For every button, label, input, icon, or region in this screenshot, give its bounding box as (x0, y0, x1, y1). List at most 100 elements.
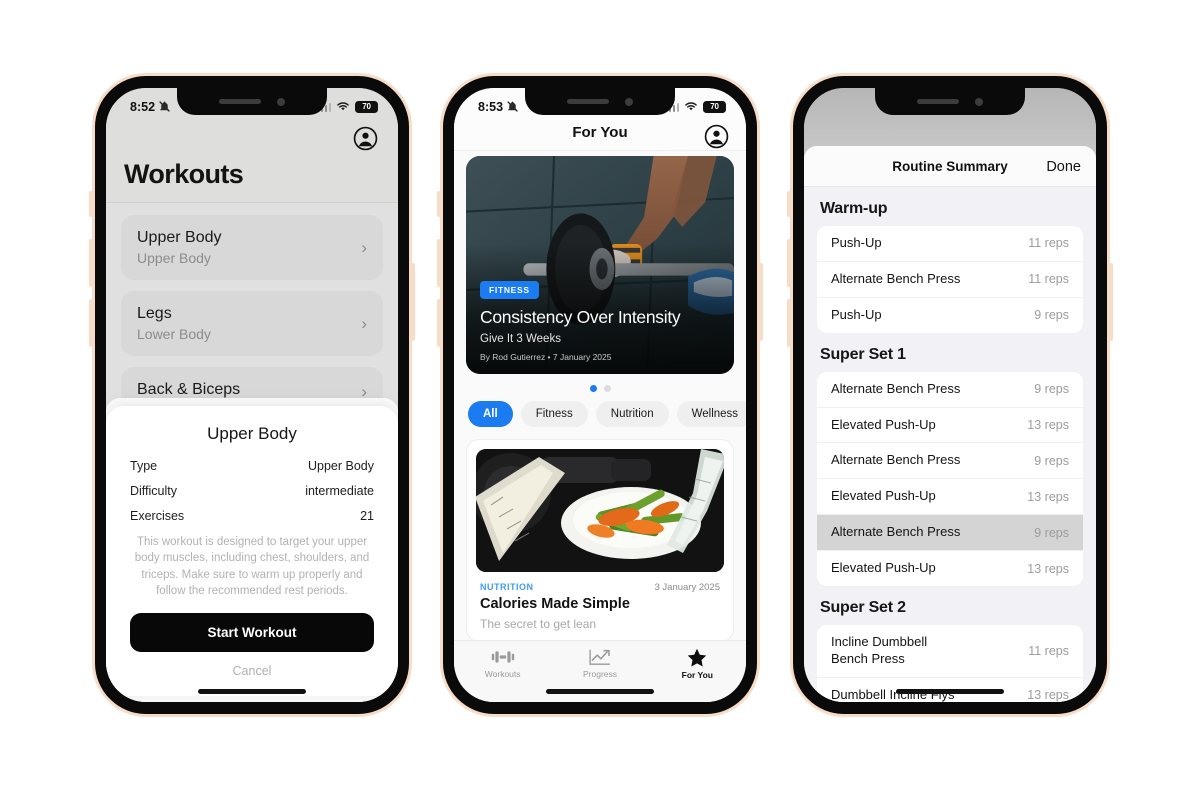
row-label: Exercises (130, 509, 185, 523)
earpiece-speaker (917, 99, 959, 104)
section-card-warm-up: Push-Up 11 reps Alternate Bench Press 11… (817, 226, 1083, 333)
tab-workouts[interactable]: Workouts (454, 648, 551, 679)
volume-up-button[interactable] (437, 239, 441, 287)
article-image-veggies-dumbbell (476, 449, 724, 572)
hero-byline: By Rod Gutierrez • 7 January 2025 (480, 352, 612, 362)
chip-all[interactable]: All (468, 401, 513, 427)
chip-wellness[interactable]: Wellness (676, 401, 746, 427)
row-label: Difficulty (130, 484, 178, 498)
exercise-name: Incline Dumbbell Bench Press (831, 634, 928, 666)
home-indicator[interactable] (896, 689, 1004, 694)
exercise-row[interactable]: Push-Up 11 reps (817, 226, 1083, 262)
notch (525, 88, 675, 115)
routine-sections: Warm-up Push-Up 11 reps Alternate Bench … (804, 187, 1096, 702)
exercise-reps: 9 reps (1034, 308, 1069, 323)
account-circle-icon[interactable] (704, 124, 729, 149)
exercise-row[interactable]: Elevated Push-Up 13 reps (817, 551, 1083, 586)
exercise-reps: 11 reps (1028, 236, 1069, 251)
dialog-description: This workout is designed to target your … (134, 536, 370, 597)
exercise-reps: 13 reps (1027, 489, 1069, 504)
workout-detail-dialog: Upper Body Type Upper Body Difficulty in… (106, 406, 398, 697)
section-card-super-set-1: Alternate Bench Press 9 reps Elevated Pu… (817, 371, 1083, 587)
volume-up-button[interactable] (89, 239, 93, 287)
exercise-name: Elevated Push-Up (831, 488, 936, 504)
power-button[interactable] (1109, 263, 1113, 341)
exercise-row-highlighted[interactable]: Alternate Bench Press 9 reps (817, 515, 1083, 552)
status-time: 8:53 (478, 99, 504, 114)
home-indicator[interactable] (198, 689, 306, 694)
article-title: Calories Made Simple (480, 596, 630, 612)
phone-3-screen: Routine Summary Done Warm-up Push-Up 11 … (804, 88, 1096, 702)
hero-article-card[interactable]: FITNESS Consistency Over Intensity Give … (466, 156, 734, 374)
earpiece-speaker (219, 99, 261, 104)
carousel-dot-inactive[interactable] (603, 385, 611, 392)
routine-summary-sheet: Routine Summary Done Warm-up Push-Up 11 … (804, 146, 1096, 702)
phone-3-routine-summary: Routine Summary Done Warm-up Push-Up 11 … (787, 73, 1113, 717)
start-workout-button[interactable]: Start Workout (130, 613, 374, 653)
chip-nutrition[interactable]: Nutrition (595, 401, 669, 427)
phone-3-bezel: Routine Summary Done Warm-up Push-Up 11 … (793, 76, 1107, 714)
exercise-name: Alternate Bench Press (831, 270, 961, 286)
earpiece-speaker (567, 99, 609, 104)
volume-down-button[interactable] (787, 299, 791, 347)
tab-label: For You (681, 670, 713, 680)
volume-down-button[interactable] (89, 299, 93, 347)
exercise-reps: 13 reps (1027, 561, 1069, 576)
tab-label: Workouts (484, 669, 521, 679)
chip-fitness[interactable]: Fitness (520, 401, 588, 427)
status-left: 8:52 (130, 100, 171, 114)
hero-content: FITNESS Consistency Over Intensity Give … (480, 280, 720, 362)
phone-1-workouts: 8:52 70 Workouts Upper Body Upper Body ›… (89, 73, 415, 717)
exercise-reps: 11 reps (1028, 272, 1069, 287)
exercise-row[interactable]: Elevated Push-Up 13 reps (817, 479, 1083, 516)
tab-for-you[interactable]: For You (649, 648, 746, 680)
dialog-row-type: Type Upper Body (130, 459, 374, 473)
battery-indicator: 70 (703, 100, 726, 113)
exercise-row[interactable]: Alternate Bench Press 9 reps (817, 443, 1083, 480)
exercise-reps: 9 reps (1034, 453, 1069, 468)
home-indicator[interactable] (546, 689, 654, 694)
carousel-dot-active[interactable] (589, 385, 597, 392)
mute-switch[interactable] (89, 191, 93, 217)
article-meta: NUTRITION 3 January 2025 (476, 572, 724, 596)
volume-up-button[interactable] (787, 239, 791, 287)
exercise-reps: 9 reps (1034, 525, 1069, 540)
mute-switch[interactable] (787, 191, 791, 217)
power-button[interactable] (411, 263, 415, 341)
phone-2-for-you: 8:53 70 For You FITNESS Consistency Over… (437, 73, 763, 717)
status-time: 8:52 (130, 99, 156, 114)
sheet-title: Routine Summary (892, 159, 1008, 174)
dumbbell-icon (491, 651, 514, 663)
exercise-row[interactable]: Alternate Bench Press 9 reps (817, 372, 1083, 408)
exercise-reps: 11 reps (1028, 643, 1069, 658)
exercise-reps: 13 reps (1027, 688, 1069, 702)
row-value: Upper Body (307, 459, 374, 473)
exercise-reps: 9 reps (1034, 382, 1069, 397)
wifi-icon (685, 102, 697, 111)
exercise-row[interactable]: Alternate Bench Press 11 reps (817, 262, 1083, 298)
exercise-name: Alternate Bench Press (831, 524, 961, 540)
exercise-name: Push-Up (831, 306, 882, 322)
cancel-button[interactable]: Cancel (130, 652, 374, 682)
star-icon (688, 648, 707, 667)
exercise-name: Alternate Bench Press (831, 380, 961, 396)
exercise-row[interactable]: Elevated Push-Up 13 reps (817, 408, 1083, 444)
exercise-name: Alternate Bench Press (831, 452, 961, 468)
article-card-nutrition[interactable]: NUTRITION 3 January 2025 Calories Made S… (466, 439, 734, 642)
exercise-row[interactable]: Incline Dumbbell Bench Press 11 reps (817, 625, 1083, 678)
mute-switch[interactable] (437, 191, 441, 217)
tab-label: Progress (582, 669, 617, 679)
nav-title: For You (572, 124, 628, 141)
carousel-dots[interactable] (454, 374, 746, 401)
article-subtitle: The secret to get lean (480, 617, 597, 631)
volume-down-button[interactable] (437, 299, 441, 347)
notch (177, 88, 327, 115)
tab-progress[interactable]: Progress (551, 648, 648, 679)
power-button[interactable] (759, 263, 763, 341)
exercise-name: Push-Up (831, 235, 882, 250)
bell-slash-icon (507, 101, 518, 112)
category-filter-chips[interactable]: All Fitness Nutrition Wellness (454, 401, 746, 439)
done-button[interactable]: Done (1046, 159, 1081, 175)
section-heading-super-set-1: Super Set 1 (820, 345, 906, 363)
exercise-row[interactable]: Push-Up 9 reps (817, 298, 1083, 333)
